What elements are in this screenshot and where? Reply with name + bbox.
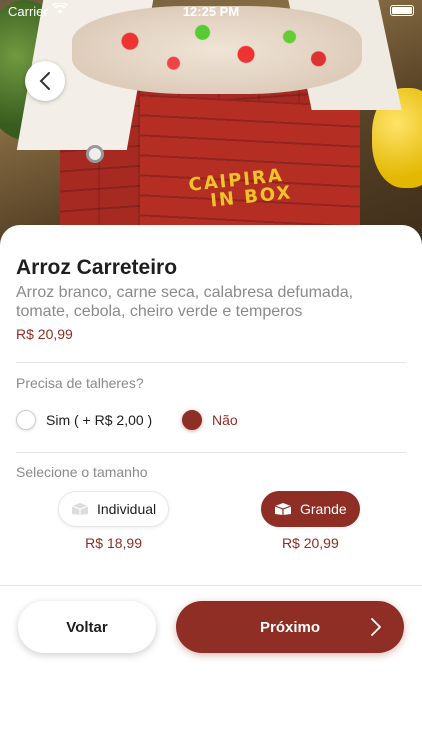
product-price: R$ 20,99 — [16, 326, 73, 342]
voltar-label: Voltar — [66, 618, 108, 636]
battery-icon — [390, 5, 414, 16]
cutlery-option-label: Não — [212, 412, 238, 428]
clock: 12:25 PM — [182, 4, 240, 19]
status-bar: Carrier 12:25 PM — [0, 0, 422, 22]
cutlery-option-sim[interactable]: Sim ( + R$ 2,00 ) — [16, 410, 152, 430]
cutlery-option-nao[interactable]: Não — [182, 410, 238, 430]
divider — [16, 452, 406, 453]
radio-circle — [16, 410, 36, 430]
voltar-button[interactable]: Voltar — [18, 601, 156, 653]
size-chip-label: Individual — [97, 501, 157, 517]
cutlery-label: Precisa de talheres? — [16, 375, 144, 391]
size-chip[interactable]: Individual — [58, 491, 170, 527]
size-label: Selecione o tamanho — [16, 464, 148, 480]
size-option-individual[interactable]: Individual R$ 18,99 — [58, 491, 170, 551]
proximo-button[interactable]: Próximo — [176, 601, 404, 653]
size-chip-selected[interactable]: Grande — [261, 491, 360, 527]
size-chip-label: Grande — [300, 501, 347, 517]
cutlery-option-label: Sim ( + R$ 2,00 ) — [46, 412, 153, 428]
product-title: Arroz Carreteiro — [16, 256, 178, 279]
box-clasp — [86, 145, 104, 163]
proximo-label: Próximo — [259, 618, 320, 636]
size-price: R$ 18,99 — [85, 535, 142, 551]
radio-circle-selected — [182, 410, 202, 430]
size-price: R$ 20,99 — [281, 535, 339, 551]
box-icon — [71, 503, 89, 515]
footer-divider — [0, 585, 422, 586]
size-option-grande[interactable]: Grande R$ 20,99 — [261, 491, 360, 551]
product-description: Arroz branco, carne seca, calabresa defu… — [16, 284, 354, 320]
chevron-right-icon — [371, 618, 382, 636]
back-button[interactable] — [25, 61, 65, 101]
product-hero-image: CAIPIRA IN BOX — [0, 0, 422, 245]
box-icon — [274, 503, 292, 515]
chevron-left-icon — [39, 72, 50, 90]
divider — [16, 362, 406, 363]
product-details-sheet: Arroz Carreteiro Arroz branco, carne sec… — [0, 225, 422, 750]
